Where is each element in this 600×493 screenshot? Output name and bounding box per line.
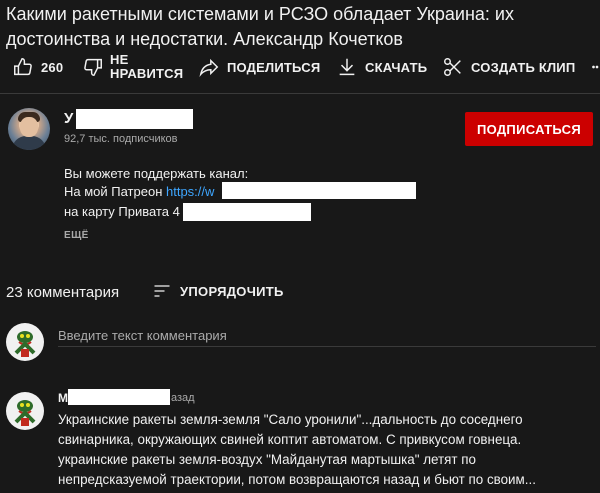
comment-line: украинские ракеты земля-воздух "Майданут… — [58, 452, 476, 467]
like-count: 260 — [41, 59, 64, 75]
download-button[interactable]: СКАЧАТЬ — [336, 52, 427, 82]
share-arrow-icon — [199, 58, 219, 77]
video-title: Какими ракетными системами и РСЗО облада… — [6, 4, 514, 49]
patreon-link[interactable]: https://w — [166, 184, 214, 199]
create-clip-button[interactable]: СОЗДАТЬ КЛИП — [442, 52, 575, 82]
divider — [0, 93, 600, 94]
description-line: Вы можете поддержать канал: — [64, 166, 249, 181]
comment-line: непредсказуемой траектории, потом возвра… — [58, 472, 536, 487]
scissors-icon — [444, 58, 461, 76]
troll-face-icon — [14, 331, 36, 357]
thumbs-up-icon — [14, 58, 32, 76]
create-clip-label: СОЗДАТЬ КЛИП — [471, 59, 576, 75]
redaction-box — [183, 203, 311, 221]
redaction-box — [76, 109, 193, 129]
like-button[interactable]: 260 — [12, 52, 63, 82]
redaction-box — [68, 389, 170, 405]
video-actions-bar: 260 НЕ НРАВИТСЯ ПОДЕЛИТЬСЯ СКАЧАТЬ СОЗДА… — [0, 52, 600, 82]
comment-timestamp[interactable]: азад — [171, 392, 195, 404]
comment-author-avatar[interactable] — [6, 392, 44, 430]
sort-label: УПОРЯДОЧИТЬ — [180, 283, 284, 299]
dislike-label-line2: НРАВИТСЯ — [110, 66, 184, 81]
channel-avatar[interactable] — [8, 108, 50, 150]
description-line: На мой Патреон https://w — [64, 183, 214, 201]
description-text: На мой Патреон — [64, 184, 166, 199]
download-label: СКАЧАТЬ — [365, 59, 428, 75]
subscribe-button[interactable]: ПОДПИСАТЬСЯ — [465, 112, 593, 146]
channel-name[interactable]: У — [64, 110, 73, 127]
user-avatar — [6, 323, 44, 361]
comments-count: 23 комментария — [6, 284, 120, 301]
comment-line: Украинские ракеты земля-земля "Сало урон… — [58, 412, 523, 427]
more-horizontal-icon — [592, 65, 599, 69]
sort-comments-button[interactable]: УПОРЯДОЧИТЬ — [152, 281, 284, 301]
comment-input[interactable] — [58, 324, 596, 347]
thumbs-down-icon — [84, 58, 102, 76]
more-actions-button[interactable] — [590, 52, 600, 82]
redaction-box — [222, 182, 416, 199]
comment-text: Украинские ракеты земля-земля "Сало урон… — [58, 410, 598, 490]
dislike-label-line1: НЕ — [110, 52, 129, 67]
dislike-button[interactable]: НЕ НРАВИТСЯ — [82, 52, 183, 82]
share-label: ПОДЕЛИТЬСЯ — [227, 59, 321, 75]
share-button[interactable]: ПОДЕЛИТЬСЯ — [198, 52, 320, 82]
comment-line: свинарника, окружающих свиней коптит авт… — [58, 432, 522, 447]
subscriber-count: 92,7 тыс. подписчиков — [64, 133, 178, 145]
troll-face-icon — [14, 400, 36, 426]
description-line: на карту Привата 4 — [64, 204, 180, 219]
sort-icon — [154, 285, 170, 297]
download-icon — [339, 58, 355, 76]
show-more-button[interactable]: ЕЩЁ — [64, 230, 89, 241]
comment-author[interactable]: М — [58, 391, 68, 405]
